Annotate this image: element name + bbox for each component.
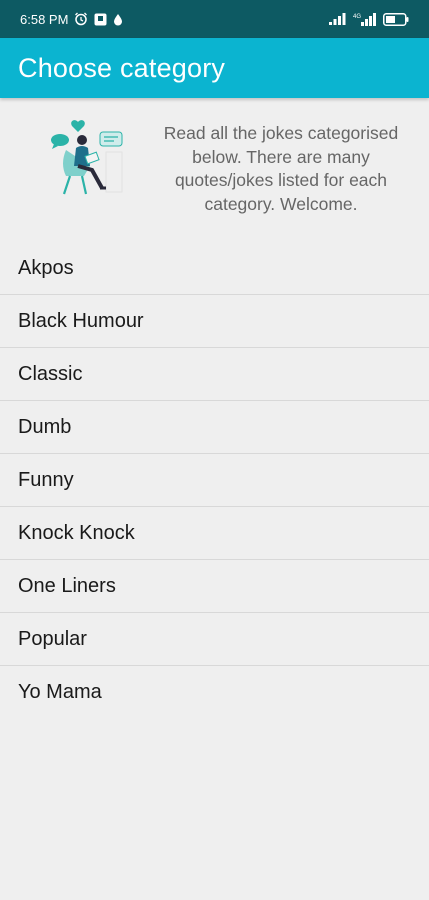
category-label: One Liners <box>18 574 116 597</box>
notification-box-icon <box>94 13 107 26</box>
category-label: Yo Mama <box>18 681 102 703</box>
category-label: Classic <box>18 362 83 385</box>
category-label: Popular <box>18 627 87 650</box>
alarm-icon <box>74 12 88 26</box>
category-list: Akpos Black Humour Classic Dumb Funny Kn… <box>0 242 429 719</box>
status-bar-left: 6:58 PM <box>20 12 123 27</box>
category-label: Black Humour <box>18 309 144 332</box>
reader-illustration <box>48 110 126 200</box>
battery-icon <box>383 12 409 26</box>
category-item-dumb[interactable]: Dumb <box>0 401 429 454</box>
status-bar-right: 4G <box>329 12 409 26</box>
category-item-yo-mama[interactable]: Yo Mama <box>0 666 429 719</box>
category-label: Funny <box>18 468 74 491</box>
category-label: Dumb <box>18 415 72 438</box>
category-item-akpos[interactable]: Akpos <box>0 242 429 295</box>
category-item-one-liners[interactable]: One Liners <box>0 560 429 613</box>
4g-signal-icon: 4G <box>353 12 377 26</box>
category-item-knock-knock[interactable]: Knock Knock <box>0 507 429 560</box>
category-item-funny[interactable]: Funny <box>0 454 429 507</box>
category-item-classic[interactable]: Classic <box>0 348 429 401</box>
status-time: 6:58 PM <box>20 11 69 27</box>
app-bar: Choose category <box>0 38 429 98</box>
drop-icon <box>113 13 123 26</box>
net-label: 4G <box>353 14 361 20</box>
category-item-black-humour[interactable]: Black Humour <box>0 295 429 348</box>
signal-icon <box>329 13 347 25</box>
category-label: Akpos <box>18 256 74 279</box>
intro-text: Read all the jokes categorised below. Th… <box>163 123 399 214</box>
category-label: Knock Knock <box>18 521 135 544</box>
intro-section: Read all the jokes categorised below. Th… <box>0 98 429 242</box>
page-title: Choose category <box>18 52 226 83</box>
status-bar: 6:58 PM 4G <box>0 0 429 38</box>
category-item-popular[interactable]: Popular <box>0 613 429 666</box>
